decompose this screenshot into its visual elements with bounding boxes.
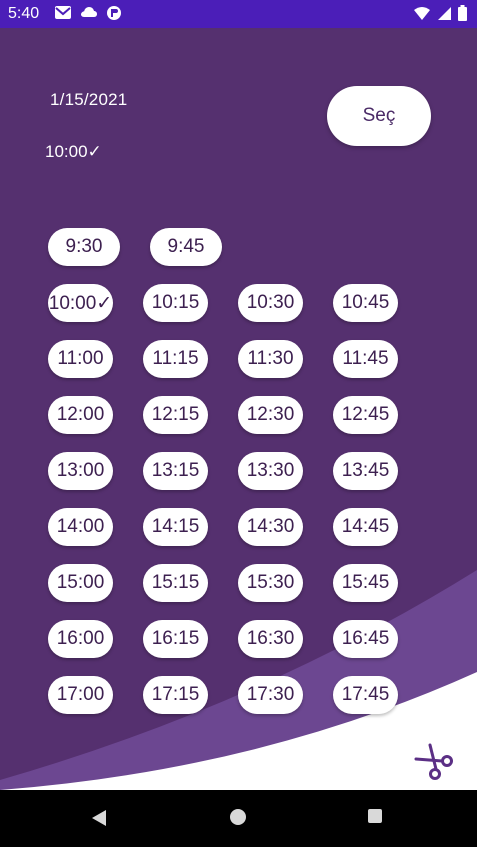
time-slot[interactable]: 13:15: [143, 452, 208, 490]
time-slot[interactable]: 17:30: [238, 676, 303, 714]
time-slot[interactable]: 13:00: [48, 452, 113, 490]
time-slot[interactable]: 12:30: [238, 396, 303, 434]
slot-row: 15:00 15:15 15:30 15:45: [48, 564, 428, 602]
slot-row: 12:00 12:15 12:30 12:45: [48, 396, 428, 434]
slot-row: 11:00 11:15 11:30 11:45: [48, 340, 428, 378]
time-slot[interactable]: 16:00: [48, 620, 113, 658]
navigation-bar: [0, 790, 477, 847]
cloud-icon: [81, 7, 97, 17]
status-right-icons: [413, 5, 467, 21]
time-slot[interactable]: 9:30: [48, 228, 120, 266]
battery-icon: [458, 5, 467, 21]
time-slot[interactable]: 9:45: [150, 228, 222, 266]
time-slot[interactable]: 12:15: [143, 396, 208, 434]
status-bar: 5:40: [0, 0, 477, 28]
time-slot[interactable]: 10:30: [238, 284, 303, 322]
time-slot[interactable]: 14:30: [238, 508, 303, 546]
time-slot-grid: 9:30 9:45 10:00✓ 10:15 10:30 10:45 11:00…: [48, 228, 428, 732]
home-icon[interactable]: [229, 808, 247, 826]
gmail-icon: [55, 6, 71, 19]
slot-row: 16:00 16:15 16:30 16:45: [48, 620, 428, 658]
select-button[interactable]: Seç: [327, 86, 431, 146]
slot-row: 14:00 14:15 14:30 14:45: [48, 508, 428, 546]
time-slot[interactable]: 15:15: [143, 564, 208, 602]
time-slot[interactable]: 15:30: [238, 564, 303, 602]
slot-row: 10:00✓ 10:15 10:30 10:45: [48, 284, 428, 322]
time-slot[interactable]: 14:00: [48, 508, 113, 546]
signal-icon: [438, 6, 451, 20]
selected-date: 1/15/2021: [50, 90, 128, 109]
time-slot[interactable]: 16:45: [333, 620, 398, 658]
time-slot[interactable]: 14:45: [333, 508, 398, 546]
slot-row: 9:30 9:45: [48, 228, 428, 266]
time-slot-selected[interactable]: 10:00✓: [48, 284, 113, 322]
wifi-icon: [414, 6, 430, 20]
time-slot[interactable]: 16:15: [143, 620, 208, 658]
app-icon: [107, 6, 121, 20]
time-slot[interactable]: 10:45: [333, 284, 398, 322]
time-slot[interactable]: 14:15: [143, 508, 208, 546]
time-slot[interactable]: 13:30: [238, 452, 303, 490]
time-slot[interactable]: 17:00: [48, 676, 113, 714]
time-slot[interactable]: 11:15: [143, 340, 208, 378]
slot-row: 17:00 17:15 17:30 17:45: [48, 676, 428, 714]
time-slot[interactable]: 12:45: [333, 396, 398, 434]
time-slot[interactable]: 11:45: [333, 340, 398, 378]
slot-row: 13:00 13:15 13:30 13:45: [48, 452, 428, 490]
time-slot[interactable]: 16:30: [238, 620, 303, 658]
main-content: 1/15/2021 10:00✓ Seç 9:30 9:45 10:00✓ 10…: [0, 28, 477, 790]
scissors-icon[interactable]: [412, 742, 456, 782]
time-slot[interactable]: 15:45: [333, 564, 398, 602]
time-slot[interactable]: 12:00: [48, 396, 113, 434]
status-left-icons: [54, 5, 122, 21]
time-slot[interactable]: 10:15: [143, 284, 208, 322]
status-time: 5:40: [8, 5, 40, 22]
recents-icon[interactable]: [367, 808, 383, 824]
back-icon[interactable]: [90, 808, 108, 828]
selected-time: 10:00✓: [45, 142, 102, 161]
time-slot[interactable]: 15:00: [48, 564, 113, 602]
time-slot[interactable]: 17:45: [333, 676, 398, 714]
time-slot[interactable]: 13:45: [333, 452, 398, 490]
time-slot[interactable]: 17:15: [143, 676, 208, 714]
time-slot[interactable]: 11:30: [238, 340, 303, 378]
app-screen: 5:40 1/15/2021 10:00✓ Seç 9:30 9:45 10:0…: [0, 0, 477, 847]
time-slot[interactable]: 11:00: [48, 340, 113, 378]
